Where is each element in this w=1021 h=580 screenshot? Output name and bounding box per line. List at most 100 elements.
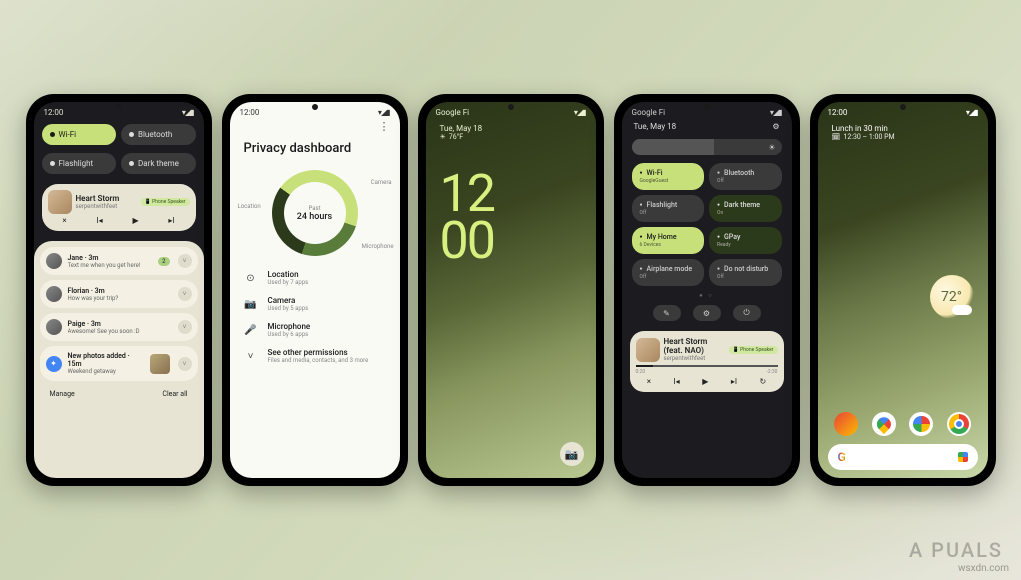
media-artist: serpentwithfeet bbox=[76, 203, 137, 210]
chevron-down-icon: ˅ bbox=[244, 351, 258, 362]
status-icons: ▾◢▮ bbox=[378, 108, 390, 117]
album-art bbox=[636, 338, 660, 362]
lock-weather: ☀76°F bbox=[426, 133, 596, 141]
donut-subtitle: Past bbox=[308, 205, 320, 212]
permission-camera[interactable]: 📷CameraUsed by 5 apps bbox=[244, 296, 386, 312]
media-progress[interactable] bbox=[636, 365, 778, 367]
media-artist: serpentwithfeet bbox=[664, 355, 725, 362]
status-time: 12:00 bbox=[240, 108, 260, 117]
settings-button[interactable]: ⚙ bbox=[693, 305, 721, 321]
maps-icon[interactable] bbox=[872, 412, 896, 436]
calendar-icon: 🗓 bbox=[832, 133, 841, 141]
tile-dnd[interactable]: Do not disturbOff bbox=[709, 259, 782, 286]
privacy-dashboard-screen: 12:00 ▾◢▮ ⋮ Privacy dashboard Location C… bbox=[230, 102, 400, 478]
chevron-down-icon[interactable]: ˅ bbox=[178, 254, 192, 268]
quick-settings-row-2: Flashlight Dark theme bbox=[34, 149, 204, 178]
chevron-down-icon[interactable]: ˅ bbox=[178, 287, 192, 301]
bluetooth-toggle[interactable]: Bluetooth bbox=[121, 124, 196, 145]
photos-icon[interactable] bbox=[909, 412, 933, 436]
next-icon[interactable]: ▸I bbox=[731, 377, 737, 386]
media-track-title: Heart Storm (feat. NAO) bbox=[664, 337, 725, 355]
carrier-name: Google Fi bbox=[632, 108, 666, 117]
clear-all-button[interactable]: Clear all bbox=[162, 390, 187, 398]
shuffle-icon[interactable]: × bbox=[62, 216, 66, 225]
prev-icon[interactable]: I◂ bbox=[674, 377, 680, 386]
brightness-slider[interactable]: ☀ bbox=[632, 139, 782, 155]
edit-tiles-button[interactable]: ✎ bbox=[653, 305, 681, 321]
overflow-menu-icon[interactable]: ⋮ bbox=[230, 120, 400, 133]
notification-item[interactable]: ✦ New photos added · 15mWeekend getaway … bbox=[40, 346, 198, 381]
notification-item[interactable]: Paige · 3mAwesome! See you soon :D ˅ bbox=[40, 313, 198, 341]
app-dock bbox=[828, 412, 978, 436]
permission-other[interactable]: ˅See other permissionsFiles and media, c… bbox=[244, 348, 386, 364]
status-time: 12:00 bbox=[44, 108, 64, 117]
status-time: 12:00 bbox=[828, 108, 848, 117]
location-icon: ⊙ bbox=[244, 273, 258, 284]
avatar-icon bbox=[46, 286, 62, 302]
chevron-down-icon[interactable]: ˅ bbox=[178, 320, 192, 334]
camera-hole bbox=[116, 104, 122, 110]
status-icons: ▾◢▮ bbox=[770, 108, 782, 117]
watermark-text: wsxdn.com bbox=[958, 563, 1009, 574]
publisher-logo: A PUALS bbox=[909, 538, 1003, 562]
permission-microphone[interactable]: 🎤MicrophoneUsed by 6 apps bbox=[244, 322, 386, 338]
weather-widget[interactable]: 72° bbox=[930, 275, 974, 319]
permission-location[interactable]: ⊙LocationUsed by 7 apps bbox=[244, 270, 386, 286]
prev-icon[interactable]: I◂ bbox=[96, 216, 102, 225]
camera-shortcut-button[interactable]: 📷 bbox=[560, 442, 584, 466]
donut-label-location: Location bbox=[238, 203, 261, 210]
carrier-name: Google Fi bbox=[436, 108, 470, 117]
gmail-icon[interactable] bbox=[834, 412, 858, 436]
voice-search-icon[interactable] bbox=[958, 452, 968, 462]
camera-hole bbox=[312, 104, 318, 110]
home-screen: 12:00 ▾◢▮ Lunch in 30 min 🗓12:30 – 1:00 … bbox=[818, 102, 988, 478]
tile-airplane[interactable]: Airplane modeOff bbox=[632, 259, 705, 286]
google-logo-icon: G bbox=[838, 450, 846, 464]
next-icon[interactable]: ▸I bbox=[168, 216, 174, 225]
flashlight-toggle[interactable]: Flashlight bbox=[42, 153, 117, 174]
camera-hole bbox=[900, 104, 906, 110]
tile-flashlight[interactable]: FlashlightOff bbox=[632, 195, 705, 222]
play-icon[interactable]: ▶ bbox=[132, 216, 138, 225]
chrome-icon[interactable] bbox=[947, 412, 971, 436]
phone-row: 12:00 ▾◢▮ Wi-Fi Bluetooth Flashlight Dar… bbox=[26, 94, 996, 486]
settings-gear-icon[interactable]: ⚙ bbox=[772, 122, 779, 131]
notification-item[interactable]: Florian · 3mHow was your trip? ˅ bbox=[40, 280, 198, 308]
wifi-icon bbox=[50, 132, 55, 137]
microphone-icon: 🎤 bbox=[244, 325, 258, 336]
media-player-card[interactable]: Heart Storm serpentwithfeet 📱 Phone Spea… bbox=[42, 184, 196, 231]
sun-icon: ☀ bbox=[440, 133, 446, 141]
shuffle-icon[interactable]: × bbox=[647, 377, 651, 386]
search-bar[interactable]: G bbox=[828, 444, 978, 470]
power-button[interactable]: ⏻ bbox=[733, 305, 761, 321]
usage-donut-chart: Past 24 hours bbox=[272, 170, 358, 256]
dark-theme-icon bbox=[129, 161, 134, 166]
darktheme-toggle[interactable]: Dark theme bbox=[121, 153, 196, 174]
permissions-list: ⊙LocationUsed by 7 apps 📷CameraUsed by 5… bbox=[230, 262, 400, 372]
notification-item[interactable]: Jane · 3mText me when you get here! 2 ˅ bbox=[40, 247, 198, 275]
notification-list: Jane · 3mText me when you get here! 2 ˅ … bbox=[34, 241, 204, 478]
wifi-toggle[interactable]: Wi-Fi bbox=[42, 124, 117, 145]
chevron-down-icon[interactable]: ˅ bbox=[178, 357, 192, 371]
status-icons: ▾◢▮ bbox=[182, 108, 194, 117]
media-output-chip[interactable]: 📱 Phone Speaker bbox=[141, 198, 190, 206]
tile-dark-theme[interactable]: Dark themeOn bbox=[709, 195, 782, 222]
tile-gpay[interactable]: GPayReady bbox=[709, 227, 782, 254]
donut-label-camera: Camera bbox=[371, 179, 392, 186]
flashlight-icon bbox=[50, 161, 55, 166]
tile-wifi[interactable]: Wi-FiGoogleGuest bbox=[632, 163, 705, 190]
play-icon[interactable]: ▶ bbox=[702, 377, 708, 386]
media-track-title: Heart Storm bbox=[76, 194, 137, 203]
repeat-icon[interactable]: ↻ bbox=[760, 377, 767, 386]
tile-home[interactable]: My Home6 Devices bbox=[632, 227, 705, 254]
page-indicator: ● ○ bbox=[622, 290, 792, 301]
media-player-card[interactable]: Heart Storm (feat. NAO) serpentwithfeet … bbox=[630, 331, 784, 392]
photos-icon: ✦ bbox=[46, 356, 62, 372]
donut-period: 24 hours bbox=[297, 212, 332, 222]
media-output-chip[interactable]: 📱 Phone Speaker bbox=[729, 346, 778, 354]
manage-button[interactable]: Manage bbox=[50, 390, 75, 398]
album-art bbox=[48, 190, 72, 214]
brightness-icon: ☀ bbox=[768, 143, 775, 152]
tile-bluetooth[interactable]: BluetoothOff bbox=[709, 163, 782, 190]
at-a-glance-title[interactable]: Lunch in 30 min bbox=[818, 120, 988, 133]
